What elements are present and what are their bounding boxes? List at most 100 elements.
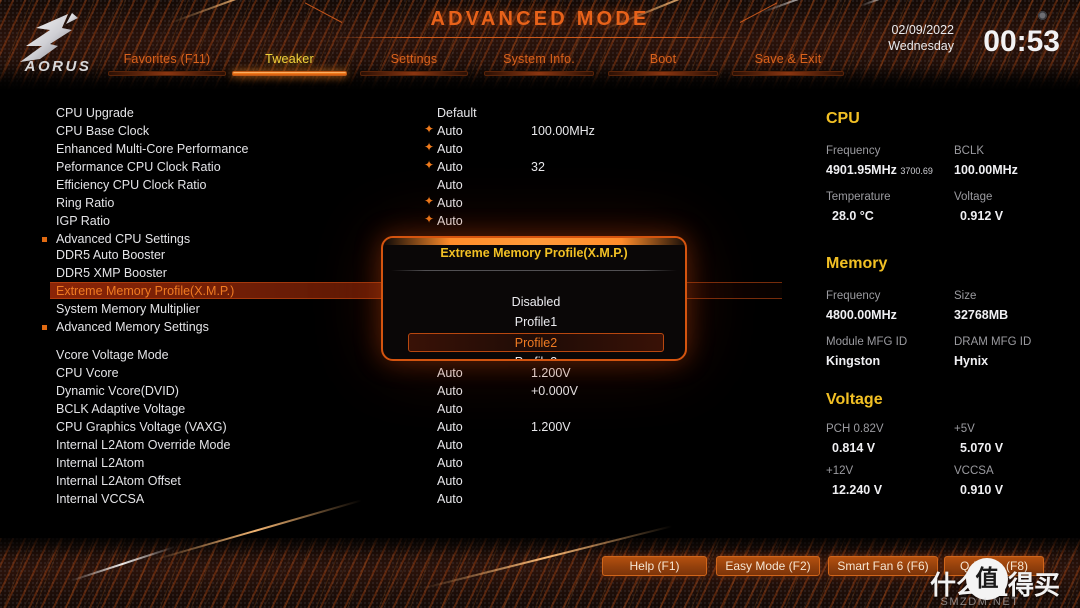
setting-value[interactable]: Auto (437, 382, 463, 400)
setting-label: IGP Ratio (56, 214, 110, 228)
tab-underline (484, 71, 594, 76)
setting-label: System Memory Multiplier (56, 302, 200, 316)
dialog-option-disabled[interactable]: Disabled (408, 293, 664, 312)
setting-label: Internal VCCSA (56, 492, 145, 506)
setting-value[interactable]: Auto (437, 454, 463, 472)
cpu-frequency-main: 4901.95MHz (826, 163, 897, 177)
setting-value[interactable]: Auto (437, 194, 463, 212)
setting-value-secondary: 32 (531, 160, 545, 174)
gear-icon[interactable] (1038, 11, 1047, 20)
setting-value[interactable]: Auto (437, 176, 463, 194)
setting-row[interactable]: Peformance CPU Clock Ratio ✦ Auto 32 (0, 158, 800, 176)
voltage-section-title: Voltage (826, 391, 883, 408)
setting-label: DDR5 XMP Booster (56, 266, 167, 280)
favorite-star-icon[interactable]: ✦ (424, 123, 434, 135)
dialog-option-profile1[interactable]: Profile1 (408, 313, 664, 332)
setting-row[interactable]: BCLK Adaptive Voltage Auto (0, 400, 800, 418)
setting-row[interactable]: CPU Base Clock ✦ Auto 100.00MHz (0, 122, 800, 140)
setting-row[interactable]: Enhanced Multi-Core Performance ✦ Auto (0, 140, 800, 158)
cpu-voltage-value: 0.912 V (960, 209, 1004, 223)
tab-settings[interactable]: Settings (360, 52, 468, 76)
tab-boot[interactable]: Boot (608, 52, 718, 76)
tab-underline (732, 71, 844, 76)
setting-value[interactable]: Auto (437, 158, 463, 176)
cpu-frequency-sub: 3700.69 (900, 166, 933, 176)
tab-favorites-f11[interactable]: Favorites (F11) (108, 52, 226, 76)
tab-system-info[interactable]: System Info. (484, 52, 594, 76)
favorite-star-icon[interactable]: ✦ (424, 213, 434, 225)
tab-underline (108, 71, 226, 76)
cpu-temperature-value: 28.0 °C (832, 209, 874, 223)
dialog-option-profile2[interactable]: Profile2 (408, 333, 664, 352)
setting-label: DDR5 Auto Booster (56, 248, 166, 262)
setting-row[interactable]: Internal VCCSA Auto (0, 490, 800, 508)
tab-save-exit[interactable]: Save & Exit (732, 52, 844, 76)
favorite-star-icon[interactable]: ✦ (424, 141, 434, 153)
tab-tweaker[interactable]: Tweaker (232, 52, 347, 76)
page-title: ADVANCED MODE (430, 8, 650, 30)
setting-value[interactable]: Auto (437, 122, 463, 140)
setting-row[interactable]: CPU Graphics Voltage (VAXG) Auto 1.200V (0, 418, 800, 436)
memory-dram-mfg-value: Hynix (954, 354, 989, 368)
setting-row[interactable]: IGP Ratio ✦ Auto (0, 212, 800, 230)
bios-screen: AORUS ADVANCED MODE Favorites (F11) Tweak… (0, 0, 1080, 608)
cpu-temperature-label: Temperature (826, 191, 891, 203)
voltage-5v-value: 5.070 V (960, 441, 1004, 455)
setting-label: CPU Vcore (56, 366, 119, 380)
dialog-option-profile3[interactable]: Profile3 (408, 353, 664, 359)
setting-label: Advanced Memory Settings (56, 320, 209, 334)
voltage-5v-label: +5V (954, 423, 975, 435)
setting-value[interactable]: Auto (437, 472, 463, 490)
voltage-12v-label: +12V (826, 465, 854, 477)
main-navigation: Favorites (F11) Tweaker Settings System Inf… (0, 52, 860, 82)
setting-value[interactable]: Auto (437, 436, 463, 454)
setting-row[interactable]: Ring Ratio ✦ Auto (0, 194, 800, 212)
clock-date: 02/09/2022 Wednesday (888, 22, 954, 54)
cpu-bclk-label: BCLK (954, 145, 985, 157)
dialog-title: Extreme Memory Profile(X.M.P.) (440, 246, 628, 260)
setting-label: Internal L2Atom Offset (56, 474, 181, 488)
cpu-frequency-label: Frequency (826, 145, 881, 157)
setting-value-secondary: 1.200V (531, 366, 571, 380)
setting-value[interactable]: Auto (437, 400, 463, 418)
tab-underline (232, 71, 347, 76)
setting-label: CPU Graphics Voltage (VAXG) (56, 420, 227, 434)
setting-value[interactable]: Auto (437, 490, 463, 508)
setting-row[interactable]: CPU Upgrade Default (0, 104, 800, 122)
favorite-star-icon[interactable]: ✦ (424, 159, 434, 171)
setting-row[interactable]: Internal L2Atom Offset Auto (0, 472, 800, 490)
setting-label: Internal L2Atom Override Mode (56, 438, 231, 452)
setting-label: Ring Ratio (56, 196, 115, 210)
xmp-dialog: Extreme Memory Profile(X.M.P.) Disabled P… (381, 236, 687, 361)
setting-label: CPU Upgrade (56, 106, 134, 120)
setting-row[interactable]: Efficiency CPU Clock Ratio Auto (0, 176, 800, 194)
memory-section-title: Memory (826, 255, 888, 272)
tab-label: Boot (649, 52, 677, 66)
cpu-section-title: CPU (826, 110, 860, 127)
footer-button-bar: Help (F1) Easy Mode (F2) Smart Fan 6 (F6) Q… (0, 556, 1080, 578)
setting-value-secondary: 100.00MHz (531, 124, 595, 138)
footer-button-smart-fan-6-f6[interactable]: Smart Fan 6 (F6) (828, 556, 938, 576)
footer-button-help-f1[interactable]: Help (F1) (602, 556, 707, 576)
memory-size-value: 32768MB (954, 308, 1009, 322)
setting-value[interactable]: Auto (437, 364, 463, 382)
favorite-star-icon[interactable]: ✦ (424, 195, 434, 207)
cpu-frequency-value: 4901.95MHz 3700.69 (826, 163, 933, 177)
clock-date-value: 02/09/2022 (891, 23, 954, 37)
setting-value[interactable]: Default (437, 104, 477, 122)
setting-value[interactable]: Auto (437, 212, 463, 230)
setting-row[interactable]: Dynamic Vcore(DVID) Auto +0.000V (0, 382, 800, 400)
setting-label: Efficiency CPU Clock Ratio (56, 178, 207, 192)
tab-label: Favorites (F11) (123, 52, 211, 66)
setting-value-secondary: +0.000V (531, 384, 578, 398)
footer-button-easy-mode-f2[interactable]: Easy Mode (F2) (716, 556, 820, 576)
setting-label: Vcore Voltage Mode (56, 348, 169, 362)
setting-value[interactable]: Auto (437, 418, 463, 436)
tab-label: Save & Exit (754, 52, 822, 66)
setting-value[interactable]: Auto (437, 140, 463, 158)
setting-row[interactable]: Internal L2Atom Override Mode Auto (0, 436, 800, 454)
setting-row[interactable]: Internal L2Atom Auto (0, 454, 800, 472)
setting-label: BCLK Adaptive Voltage (56, 402, 186, 416)
footer-button-q-flash-f8[interactable]: Q-Flash (F8) (944, 556, 1044, 576)
setting-row[interactable]: CPU Vcore Auto 1.200V (0, 364, 800, 382)
